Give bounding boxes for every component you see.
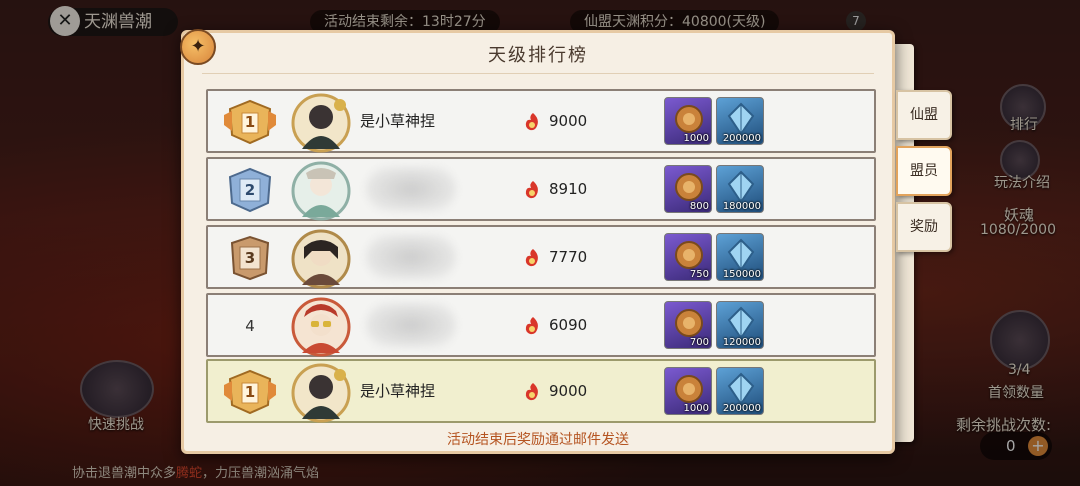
reward-count: 750: [689, 269, 709, 280]
reward-count: 700: [689, 337, 709, 348]
bronze-token-icon: [675, 375, 703, 403]
panel-title: 天级排行榜: [488, 45, 588, 66]
reward-count: 150000: [722, 269, 761, 280]
reward-gem-item[interactable]: 200000: [716, 97, 764, 145]
reward-gem-item[interactable]: 150000: [716, 233, 764, 281]
title-divider: [202, 73, 874, 74]
player-avatar[interactable]: [290, 363, 352, 423]
mail-reward-note: 活动结束后奖励通过邮件发送: [447, 432, 629, 448]
reward-count: 200000: [722, 403, 761, 414]
reward-gem-item[interactable]: 200000: [716, 367, 764, 415]
tab-rewards[interactable]: 奖励: [896, 202, 952, 252]
blurred-player-name: [366, 167, 456, 211]
ranking-row[interactable]: 3 7770 750 150000: [206, 225, 876, 289]
player-name: 是小草神捏: [360, 112, 436, 130]
reward-count: 800: [689, 201, 709, 212]
blue-crystal-icon: [727, 102, 755, 136]
bronze-token-icon: [675, 173, 703, 201]
rank-number: 4: [245, 317, 255, 335]
ranking-row[interactable]: 1 是小草神捏 9000 1000 200000: [206, 89, 876, 153]
player-name: 是小草神捏: [360, 382, 436, 400]
ranking-row[interactable]: 4 6090 700 120000: [206, 293, 876, 357]
score-value: 6090: [549, 316, 588, 334]
flame-score-icon: [525, 249, 538, 267]
player-avatar[interactable]: [290, 229, 352, 289]
rank-number: 1: [244, 113, 256, 131]
reward-gem-item[interactable]: 180000: [716, 165, 764, 213]
score-value: 7770: [549, 248, 588, 266]
ranking-row[interactable]: 2 8910 800 180000: [206, 157, 876, 221]
blurred-player-name: [366, 303, 456, 347]
blue-crystal-icon: [727, 306, 755, 340]
flame-score-icon: [525, 317, 538, 335]
reward-count: 1000: [683, 133, 709, 144]
tab-alliance[interactable]: 仙盟: [896, 90, 952, 140]
flame-score-icon: [525, 181, 538, 199]
reward-token-item[interactable]: 1000: [664, 97, 712, 145]
blue-crystal-icon: [727, 238, 755, 272]
rank-number: 3: [244, 249, 256, 267]
score-value: 8910: [549, 180, 588, 198]
blue-crystal-icon: [727, 372, 755, 406]
reward-count: 180000: [722, 201, 761, 212]
reward-token-item[interactable]: 800: [664, 165, 712, 213]
tab-members[interactable]: 盟员: [896, 146, 952, 196]
bronze-token-icon: [675, 241, 703, 269]
reward-gem-item[interactable]: 120000: [716, 301, 764, 349]
blue-crystal-icon: [727, 170, 755, 204]
rank-number: 1: [244, 383, 256, 401]
reward-token-item[interactable]: 750: [664, 233, 712, 281]
player-avatar[interactable]: [290, 93, 352, 153]
reward-count: 200000: [722, 133, 761, 144]
my-ranking-row[interactable]: 1 是小草神捏 9000 1000 200000: [206, 359, 876, 423]
reward-token-item[interactable]: 700: [664, 301, 712, 349]
flame-score-icon: [525, 113, 538, 131]
player-avatar[interactable]: [290, 297, 352, 357]
score-value: 9000: [549, 382, 588, 400]
flame-score-icon: [525, 383, 538, 401]
reward-count: 120000: [722, 337, 761, 348]
score-value: 9000: [549, 112, 588, 130]
player-avatar[interactable]: [290, 161, 352, 221]
reward-count: 1000: [683, 403, 709, 414]
blurred-player-name: [366, 235, 456, 279]
bronze-token-icon: [675, 105, 703, 133]
ranking-panel: ✦ 天级排行榜 1 是小草神捏 9000 1000 200000 2 8910 …: [180, 29, 895, 454]
reward-token-item[interactable]: 1000: [664, 367, 712, 415]
rank-number: 2: [244, 181, 256, 199]
bronze-token-icon: [675, 309, 703, 337]
